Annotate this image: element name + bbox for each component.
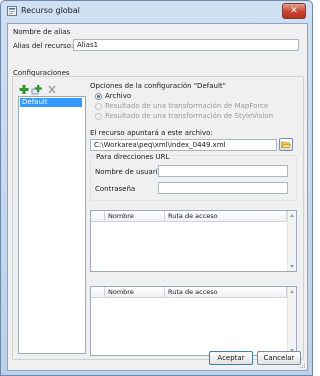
window-title: Recurso global bbox=[21, 6, 80, 15]
add-config-icon[interactable] bbox=[18, 84, 30, 95]
url-heading: Para direcciones URL bbox=[95, 153, 171, 161]
radio-stylevision-label: Resultado de una transformación de Style… bbox=[105, 112, 274, 120]
browse-button[interactable] bbox=[279, 138, 293, 151]
scroll-up-icon[interactable] bbox=[290, 214, 294, 217]
radio-mapforce-label: Resultado de una transformación de MapFo… bbox=[105, 102, 269, 110]
table-1[interactable]: Nombre Ruta de acceso bbox=[90, 210, 297, 272]
resize-grip-icon[interactable] bbox=[298, 361, 306, 369]
close-icon: ✕ bbox=[290, 6, 298, 16]
title-bar[interactable]: Recurso global ✕ bbox=[1, 1, 312, 23]
ok-button[interactable]: Aceptar bbox=[209, 351, 253, 365]
table-1-col-name[interactable]: Nombre bbox=[105, 211, 165, 221]
add-config-copy-icon[interactable] bbox=[31, 84, 43, 95]
scroll-up-icon[interactable] bbox=[290, 290, 294, 293]
username-label: Nombre de usuario bbox=[95, 168, 162, 176]
config-list[interactable]: Default bbox=[18, 96, 86, 354]
file-path-input[interactable]: C:\Workarea\peq\xml\index_0449.xml bbox=[90, 139, 277, 151]
table-2-col-path[interactable]: Ruta de acceso bbox=[165, 287, 287, 297]
table-2-checkbox-column bbox=[91, 287, 105, 297]
scroll-down-icon[interactable] bbox=[290, 265, 294, 268]
table-1-header: Nombre Ruta de acceso bbox=[91, 211, 287, 222]
alias-label: Alias del recurso: bbox=[13, 42, 74, 50]
password-label: Contraseña bbox=[95, 185, 136, 193]
url-groupbox bbox=[90, 155, 297, 201]
options-heading: Opciones de la configuración "Default" bbox=[90, 82, 226, 90]
folder-open-icon bbox=[281, 141, 291, 149]
alias-input[interactable]: Alias1 bbox=[73, 39, 299, 51]
table-2[interactable]: Nombre Ruta de acceso bbox=[90, 286, 297, 356]
radio-stylevision[interactable] bbox=[95, 113, 102, 120]
radio-mapforce[interactable] bbox=[95, 103, 102, 110]
username-input[interactable] bbox=[158, 165, 288, 177]
dialog-window: Recurso global ✕ Nombre de alias Alias d… bbox=[0, 0, 313, 376]
table-2-header: Nombre Ruta de acceso bbox=[91, 287, 287, 298]
password-input[interactable] bbox=[158, 182, 288, 194]
radio-archivo-label: Archivo bbox=[105, 92, 132, 100]
delete-config-icon[interactable] bbox=[46, 84, 58, 95]
dialog-content: Nombre de alias Alias del recurso: Alias… bbox=[7, 23, 308, 371]
app-icon bbox=[7, 6, 17, 16]
file-label: El recurso apuntará a este archivo: bbox=[90, 129, 213, 137]
table-1-scrollbar[interactable] bbox=[287, 211, 296, 271]
config-list-item[interactable]: Default bbox=[20, 98, 82, 107]
table-2-scrollbar[interactable] bbox=[287, 287, 296, 355]
close-button[interactable]: ✕ bbox=[282, 3, 306, 19]
table-1-col-path[interactable]: Ruta de acceso bbox=[165, 211, 287, 221]
alias-heading: Nombre de alias bbox=[13, 28, 71, 36]
table-1-checkbox-column bbox=[91, 211, 105, 221]
table-2-col-name[interactable]: Nombre bbox=[105, 287, 165, 297]
cancel-button[interactable]: Cancelar bbox=[257, 351, 301, 365]
radio-archivo[interactable] bbox=[95, 93, 102, 100]
